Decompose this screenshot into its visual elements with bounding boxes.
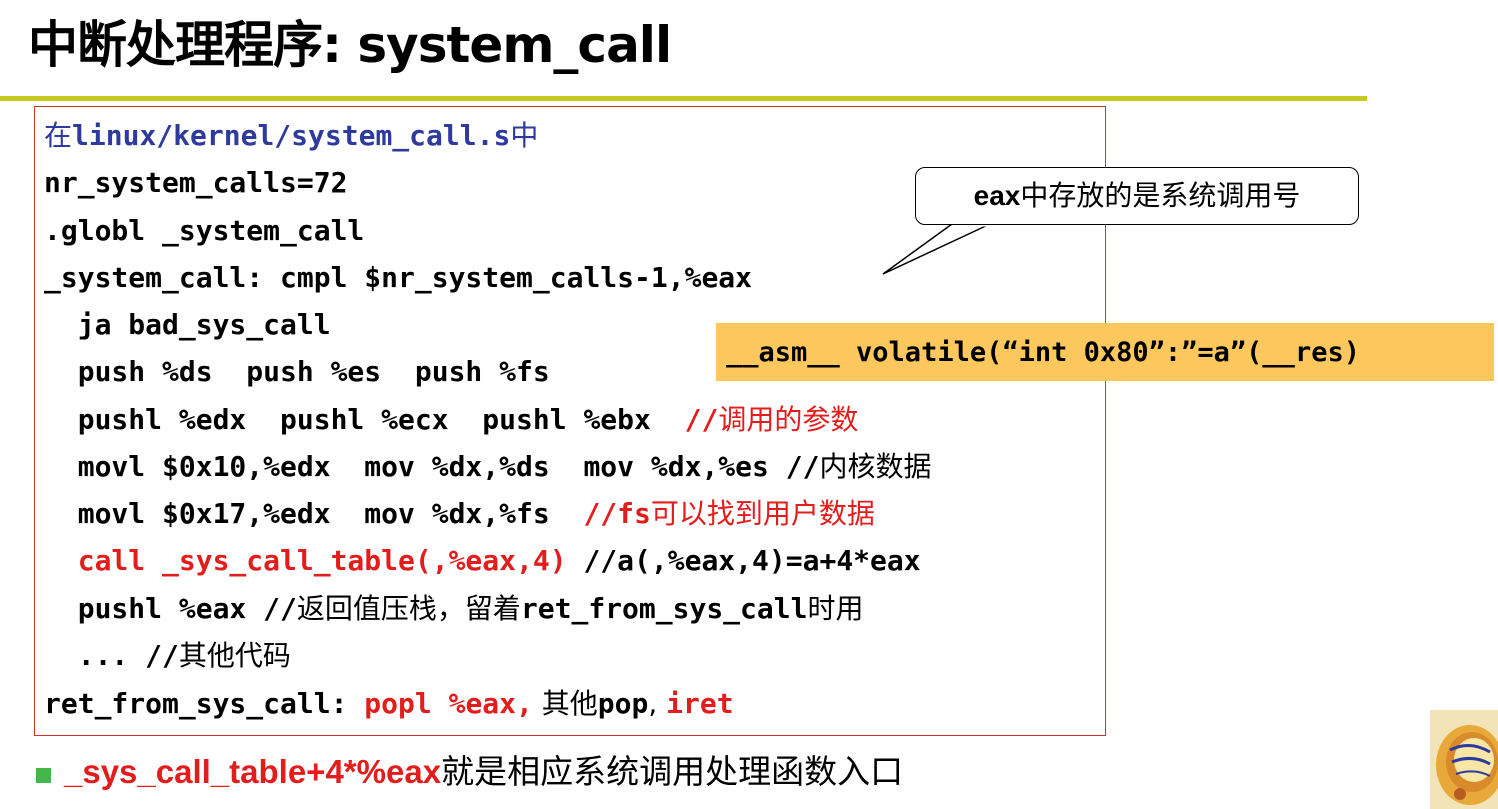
asm-note-text: __asm__ volatile(“int 0x80”:”=a”(__res) <box>726 337 1360 368</box>
code-line-1: 在linux/kernel/system_call.s中 <box>44 116 538 156</box>
code-line-8: movl $0x10,%edx mov %dx,%ds mov %dx,%es … <box>44 447 932 487</box>
callout-text: 中存放的是系统调用号 <box>1020 179 1301 212</box>
callout-pointer <box>882 223 991 275</box>
code-line-3: .globl _system_call <box>44 214 365 247</box>
code-line-9-comment-code: //fs <box>583 497 651 530</box>
code-line-9-code: movl $0x17,%edx mov %dx,%fs <box>44 497 584 530</box>
code-line-12: ... //其他代码 <box>44 636 291 676</box>
bullet-rest: 就是相应系统调用处理函数入口 <box>441 753 904 790</box>
code-line-7-slashes: // <box>684 403 719 436</box>
page-title: 中断处理程序: system_call <box>28 16 672 74</box>
code-line-1-path: linux/kernel/system_call.s <box>72 119 511 152</box>
code-line-7: pushl %edx pushl %ecx pushl %ebx //调用的参数 <box>44 400 859 440</box>
code-line-13-pop: pop <box>597 687 649 720</box>
code-line-13-label: ret_from_sys_call: <box>44 687 365 720</box>
code-line-11-code2: ret_from_sys_call <box>520 592 808 625</box>
title-underline <box>0 96 1367 101</box>
code-line-11: pushl %eax //返回值压栈，留着ret_from_sys_call时用 <box>44 589 864 629</box>
code-line-10: call _sys_call_table(,%eax,4) //a(,%eax,… <box>44 541 921 581</box>
code-line-10-comment: //a(,%eax,4)=a+4*eax <box>566 544 921 577</box>
code-line-13-popl: popl %eax, <box>364 687 533 720</box>
code-line-9: movl $0x17,%edx mov %dx,%fs //fs可以找到用户数据 <box>44 494 875 534</box>
code-line-11-code: pushl %eax // <box>44 592 297 625</box>
callout-bold: eax <box>973 180 1021 211</box>
operating-systems-logo-icon <box>1430 710 1498 809</box>
code-line-12-cjk: 其他代码 <box>178 639 291 672</box>
code-line-5: ja bad_sys_call <box>44 308 331 341</box>
bullet-emph: _sys_call_table+4*%eax <box>64 753 442 790</box>
bullet-square-icon <box>36 768 51 783</box>
code-line-12-code: ... // <box>44 639 179 672</box>
code-line-9-comment: 可以找到用户数据 <box>650 497 875 530</box>
code-line-11-cjk1: 返回值压栈，留着 <box>296 592 521 625</box>
code-line-11-cjk2: 时用 <box>807 592 864 625</box>
callout-bubble: eax中存放的是系统调用号 <box>915 167 1359 225</box>
code-line-13: ret_from_sys_call: popl %eax, 其他pop, ire… <box>44 684 734 724</box>
code-line-7-comment: 调用的参数 <box>718 403 859 436</box>
code-line-13-comma: , <box>648 687 667 720</box>
bullet-text: _sys_call_table+4*%eax就是相应系统调用处理函数入口 <box>64 748 903 796</box>
code-line-8-code: movl $0x10,%edx mov %dx,%ds mov %dx,%es … <box>44 450 820 483</box>
code-line-13-cjk: 其他 <box>532 687 598 720</box>
code-line-10-call: call _sys_call_table(,%eax,4) <box>44 544 567 577</box>
code-line-1-suffix: 中 <box>510 119 539 152</box>
code-line-2: nr_system_calls=72 <box>44 166 348 199</box>
code-line-8-comment: 内核数据 <box>819 450 932 483</box>
code-line-1-prefix: 在 <box>44 119 73 152</box>
code-line-4: _system_call: cmpl $nr_system_calls-1,%e… <box>44 261 753 294</box>
code-line-7-code: pushl %edx pushl %ecx pushl %ebx <box>44 403 685 436</box>
code-line-6: push %ds push %es push %fs <box>44 355 550 388</box>
code-line-13-iret: iret <box>666 687 734 720</box>
